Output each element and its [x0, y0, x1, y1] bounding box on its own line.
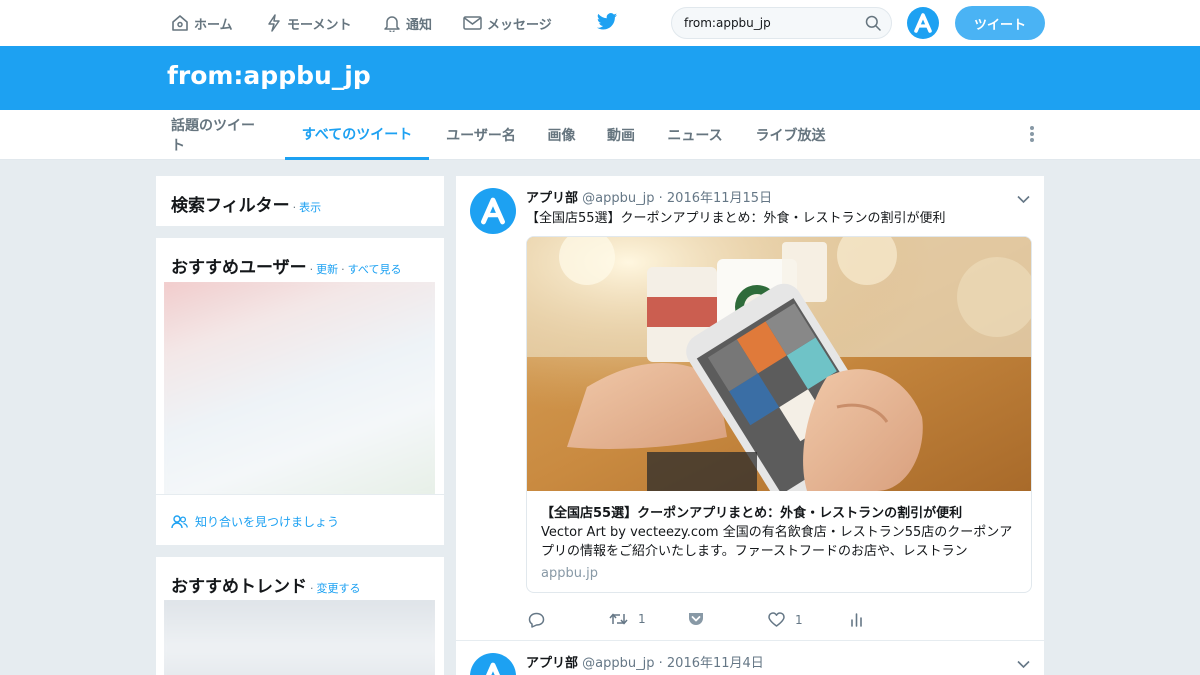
card-domain: appbu.jp — [541, 566, 598, 581]
card-title: 【全国店55選】クーポンアプリまとめ：外食・レストランの割引が便利 — [541, 506, 963, 521]
pocket-button[interactable] — [688, 612, 714, 626]
people-icon — [171, 514, 188, 528]
more-options-icon[interactable] — [1029, 126, 1035, 144]
trends-title: おすすめトレンド — [171, 577, 307, 597]
tweet-actions: 1 1 — [526, 612, 1032, 632]
pocket-icon — [689, 613, 703, 625]
lightning-icon — [268, 14, 280, 32]
show-filters-link[interactable]: 表示 — [299, 201, 321, 214]
retweet-button[interactable]: 1 — [609, 612, 646, 626]
separator-dot: · — [310, 582, 314, 595]
find-friends-label: 知り合いを見つけましょう — [195, 515, 340, 529]
tweet-author-handle[interactable]: @appbu_jp — [582, 656, 654, 671]
tweet-author-name[interactable]: アプリ部 — [526, 191, 578, 206]
chevron-down-icon[interactable] — [1017, 654, 1030, 673]
trends-module: おすすめトレンド · 変更する — [156, 557, 444, 675]
tab-photos[interactable]: 画像 — [547, 110, 576, 160]
card-image — [527, 237, 1031, 491]
find-friends-link[interactable]: 知り合いを見つけましょう — [171, 513, 339, 530]
search-title: from:appbu_jp — [167, 61, 371, 90]
refresh-link[interactable]: 更新 — [316, 263, 338, 276]
tweet-author-name[interactable]: アプリ部 — [526, 656, 578, 671]
nav-notifications[interactable]: 通知 — [383, 0, 432, 46]
search-filter-title: 検索フィルター — [171, 196, 290, 216]
change-trends-link[interactable]: 変更する — [317, 582, 361, 595]
tab-videos[interactable]: 動画 — [606, 110, 636, 160]
separator-dot: · — [341, 263, 345, 276]
view-all-link[interactable]: すべて見る — [348, 263, 402, 276]
tweet-avatar[interactable] — [470, 188, 516, 234]
tweet-author-handle[interactable]: @appbu_jp — [582, 191, 654, 206]
suggested-users-blurred — [164, 282, 435, 494]
nav-messages[interactable]: メッセージ — [463, 0, 552, 46]
separator-dot: · — [658, 656, 663, 671]
top-navigation: ホーム モーメント 通知 メッセージ ツイート — [0, 0, 1200, 46]
who-to-follow-title: おすすめユーザー — [171, 258, 307, 278]
retweet-count: 1 — [638, 612, 646, 626]
search-box[interactable] — [671, 7, 892, 39]
search-header: from:appbu_jp — [0, 46, 1200, 110]
who-to-follow-module: おすすめユーザー · 更新 · すべて見る 知り合いを見つけましょう — [156, 238, 444, 545]
nav-moments[interactable]: モーメント — [266, 0, 351, 46]
nav-messages-label: メッセージ — [487, 17, 552, 33]
appbu-logo-icon — [481, 197, 505, 225]
tab-news[interactable]: ニュース — [667, 110, 723, 160]
separator-dot: · — [658, 191, 663, 206]
search-filter-module: 検索フィルター · 表示 — [156, 176, 444, 226]
appbu-logo-icon — [485, 662, 501, 675]
tab-latest[interactable]: すべてのツイート — [285, 110, 429, 160]
search-icon[interactable] — [865, 15, 881, 31]
envelope-icon — [463, 16, 482, 30]
tweet-avatar[interactable] — [470, 653, 516, 675]
tweet[interactable]: アプリ部 @appbu_jp · 2016年11月15日 【全国店55選】クーポ… — [456, 176, 1044, 641]
nav-home-label: ホーム — [194, 17, 233, 33]
tweet-timestamp[interactable]: 2016年11月4日 — [667, 656, 764, 671]
like-button[interactable]: 1 — [768, 612, 803, 627]
tab-accounts[interactable]: ユーザー名 — [446, 110, 516, 160]
chevron-down-icon[interactable] — [1017, 189, 1030, 208]
bell-icon — [384, 16, 400, 32]
heart-icon — [768, 612, 785, 627]
separator-dot: · — [292, 201, 297, 214]
tweet-text: 【全国店55選】クーポンアプリまとめ：外食・レストランの割引が便利 — [526, 211, 946, 226]
analytics-icon — [851, 613, 862, 627]
like-count: 1 — [795, 612, 803, 627]
search-tabs: 話題のツイート すべてのツイート ユーザー名 画像 動画 ニュース ライブ放送 — [0, 110, 1200, 160]
appbu-logo-icon — [914, 13, 932, 33]
reply-button[interactable] — [528, 612, 555, 628]
nav-notifications-label: 通知 — [406, 17, 433, 33]
trends-list-blurred — [164, 600, 435, 675]
home-icon — [172, 15, 188, 31]
search-input[interactable] — [684, 16, 865, 30]
tab-broadcasts[interactable]: ライブ放送 — [755, 110, 826, 160]
nav-moments-label: モーメント — [287, 17, 352, 33]
retweet-icon — [609, 613, 628, 625]
analytics-button[interactable] — [850, 612, 873, 627]
reply-icon — [528, 612, 545, 628]
profile-avatar[interactable] — [907, 7, 939, 39]
tweet[interactable]: アプリ部 @appbu_jp · 2016年11月4日 — [456, 641, 1044, 675]
card-description: Vector Art by vecteezy.com 全国の有名飲食店・レストラ… — [541, 525, 1013, 559]
twitter-logo-icon[interactable] — [596, 12, 618, 36]
nav-home[interactable]: ホーム — [171, 0, 233, 46]
separator-dot: · — [309, 263, 314, 276]
tweet-timeline: アプリ部 @appbu_jp · 2016年11月15日 【全国店55選】クーポ… — [456, 176, 1044, 675]
tweet-timestamp[interactable]: 2016年11月15日 — [667, 191, 772, 206]
tweet-button[interactable]: ツイート — [955, 6, 1045, 40]
link-card[interactable]: 【全国店55選】クーポンアプリまとめ：外食・レストランの割引が便利 Vector… — [526, 236, 1032, 593]
tab-top[interactable]: 話題のツイート — [171, 110, 268, 160]
